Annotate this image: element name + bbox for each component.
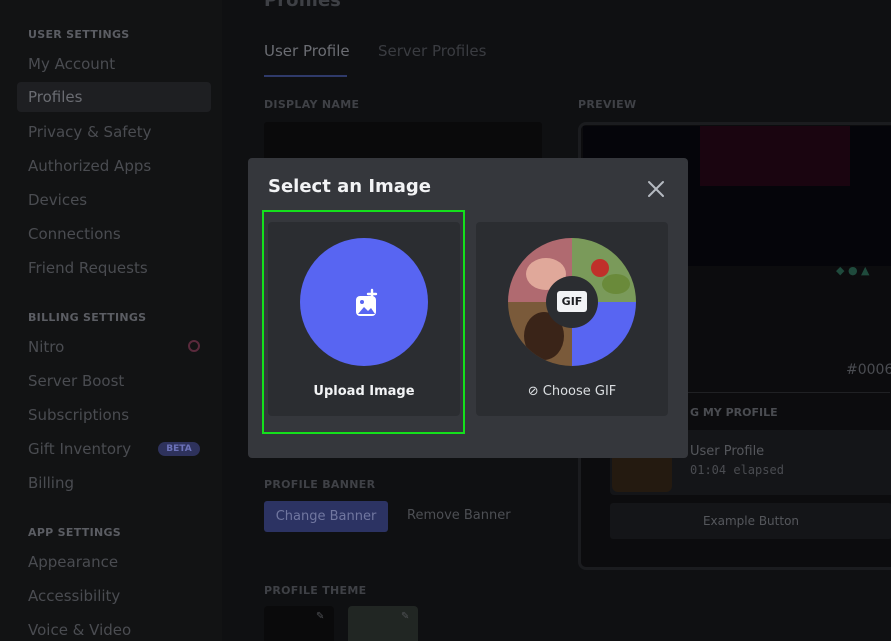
sidebar-item-accessibility[interactable]: Accessibility	[28, 587, 120, 605]
sidebar-item-nitro[interactable]: Nitro	[28, 338, 64, 356]
sidebar-heading-app-settings: APP SETTINGS	[28, 526, 122, 539]
sidebar-item-friend-requests[interactable]: Friend Requests	[28, 259, 148, 277]
sidebar-item-privacy-safety[interactable]: Privacy & Safety	[28, 123, 152, 141]
sidebar-item-authorized-apps[interactable]: Authorized Apps	[28, 157, 151, 175]
remove-banner-button[interactable]: Remove Banner	[407, 508, 511, 523]
preview-banner-accent	[700, 126, 850, 186]
preview-discriminator: #0006	[846, 362, 891, 378]
preview-label: PREVIEW	[578, 98, 637, 111]
gif-tag: GIF	[557, 291, 587, 312]
activity-elapsed: 01:04 elapsed	[690, 463, 784, 477]
sidebar-item-appearance[interactable]: Appearance	[28, 553, 118, 571]
sidebar-item-devices[interactable]: Devices	[28, 191, 87, 209]
profile-theme-label: PROFILE THEME	[264, 584, 367, 597]
sidebar-item-gift-inventory[interactable]: Gift Inventory	[28, 440, 131, 458]
activity-title: User Profile	[690, 444, 765, 459]
choose-gif-label: ⊘ Choose GIF	[527, 384, 617, 399]
sidebar-item-server-boost[interactable]: Server Boost	[28, 372, 124, 390]
pencil-icon: ✎	[401, 611, 410, 622]
example-button[interactable]: Example Button	[610, 503, 891, 539]
active-tab-indicator	[264, 75, 347, 77]
pencil-icon: ✎	[316, 611, 325, 622]
sidebar-item-profiles[interactable]: Profiles	[17, 82, 211, 112]
sidebar-item-subscriptions[interactable]: Subscriptions	[28, 406, 129, 424]
selection-highlight	[262, 210, 465, 434]
display-name-label: DISPLAY NAME	[264, 98, 360, 111]
sidebar-item-billing[interactable]: Billing	[28, 474, 74, 492]
sidebar-item-my-account[interactable]: My Account	[28, 55, 115, 73]
sidebar-heading-billing-settings: BILLING SETTINGS	[28, 311, 147, 324]
sidebar-item-connections[interactable]: Connections	[28, 225, 121, 243]
playing-label: G MY PROFILE	[690, 406, 778, 419]
beta-badge: BETA	[158, 442, 200, 456]
tab-server-profiles[interactable]: Server Profiles	[378, 42, 486, 60]
nitro-icon: ⊘	[527, 384, 539, 399]
modal-title: Select an Image	[268, 176, 432, 197]
change-banner-button[interactable]: Change Banner	[264, 501, 388, 532]
profile-badges: ◆ ● ▲	[836, 264, 870, 277]
close-icon[interactable]	[644, 177, 668, 201]
profile-banner-label: PROFILE BANNER	[264, 478, 376, 491]
nitro-icon	[188, 340, 200, 352]
sidebar-heading-user-settings: USER SETTINGS	[28, 28, 130, 41]
tab-user-profile[interactable]: User Profile	[264, 42, 350, 60]
page-title: Profiles	[264, 0, 341, 11]
display-name-input[interactable]	[264, 122, 542, 160]
sidebar-item-voice-video[interactable]: Voice & Video	[28, 621, 131, 639]
